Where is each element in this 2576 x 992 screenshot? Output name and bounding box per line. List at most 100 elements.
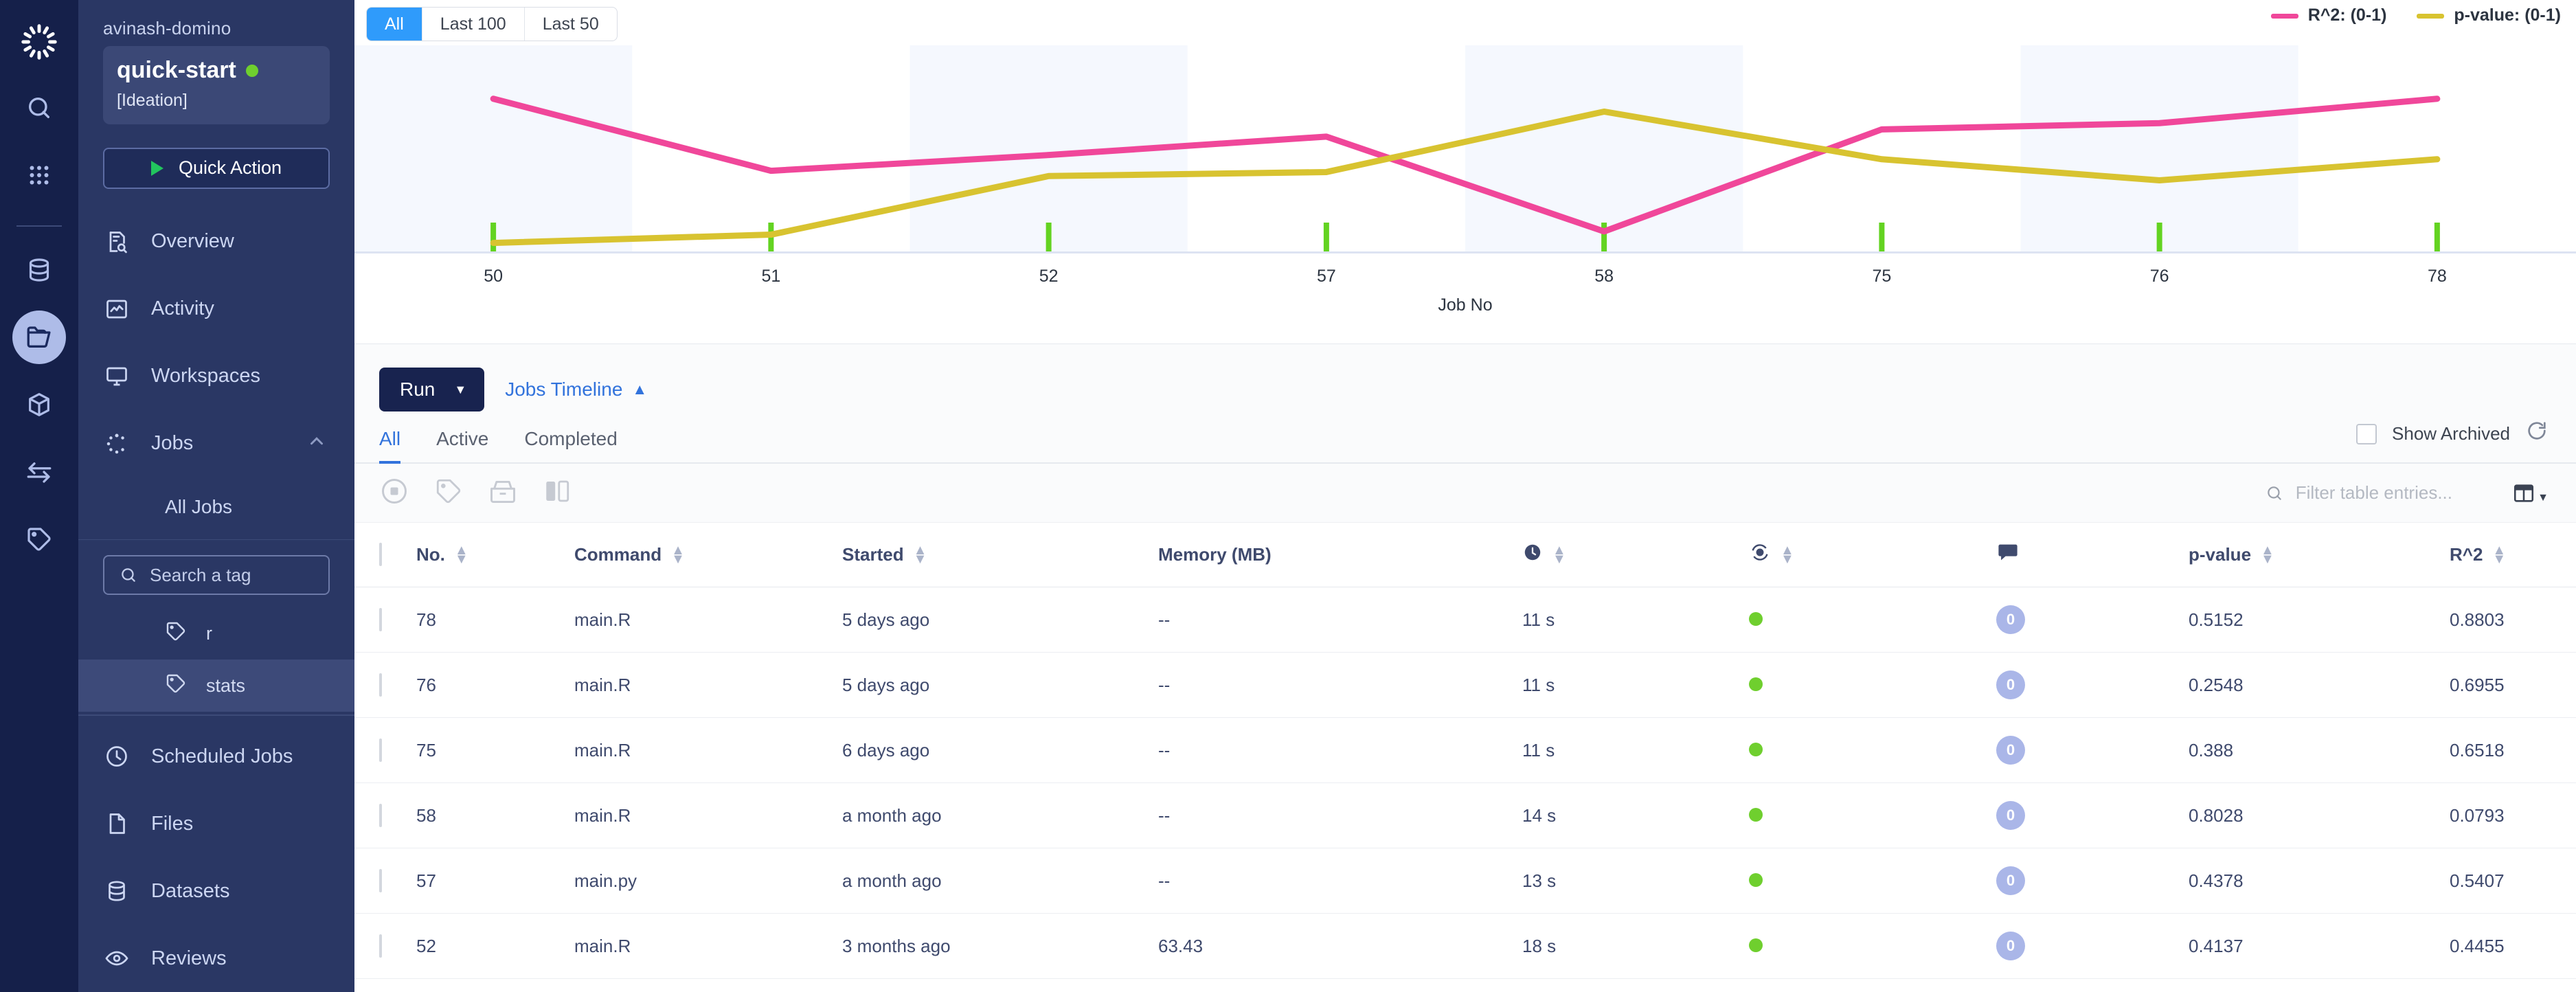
cell-comments[interactable]: 0	[1996, 717, 2189, 783]
tag-search-input[interactable]: Search a tag	[103, 555, 330, 596]
run-button[interactable]: Run ▼	[379, 368, 485, 412]
sidebar-item-datasets[interactable]: Datasets	[78, 857, 354, 925]
range-button-all[interactable]: All	[367, 8, 422, 41]
filter-table-input[interactable]: Filter table entries...	[2266, 482, 2452, 504]
database-icon[interactable]	[12, 243, 66, 297]
tab-active[interactable]: Active	[436, 428, 488, 464]
table-row[interactable]: 52 main.R 3 months ago 63.43 18 s 0 0.4137 0.44…	[354, 913, 2576, 979]
run-button-label: Run	[400, 379, 436, 400]
jobs-timeline-toggle[interactable]: Jobs Timeline ▲	[505, 379, 647, 401]
sidebar-item-overview[interactable]: Overview	[78, 208, 354, 275]
sidebar-item-files[interactable]: Files	[78, 790, 354, 857]
cell-no: 57	[416, 848, 574, 914]
tab-all[interactable]: All	[379, 428, 401, 464]
cell-memory: --	[1158, 652, 1522, 718]
tag-icon[interactable]	[434, 477, 463, 509]
cell-no: 52	[416, 913, 574, 979]
cell-select[interactable]	[354, 848, 416, 914]
tag-search-placeholder: Search a tag	[150, 564, 251, 585]
cell-comments[interactable]: 0	[1996, 913, 2189, 979]
sidebar-item-reviews[interactable]: Reviews	[78, 925, 354, 992]
project-card[interactable]: quick-start [Ideation]	[103, 46, 330, 124]
cell-memory: --	[1158, 587, 1522, 653]
row-checkbox[interactable]	[379, 607, 382, 631]
tag-icon[interactable]	[12, 512, 66, 566]
cell-no: 75	[416, 717, 574, 783]
sort-icon[interactable]: ▲ ▼	[455, 543, 468, 565]
folder-open-icon[interactable]	[12, 311, 66, 364]
chart-x-axis-label: Job No	[1438, 295, 1493, 315]
tag-item-r[interactable]: r	[78, 607, 354, 660]
sidebar-item-label: Workspaces	[151, 365, 261, 387]
sort-icon[interactable]: ▲ ▼	[2492, 543, 2506, 565]
range-button-last-50[interactable]: Last 50	[525, 8, 617, 41]
sort-icon[interactable]: ▲ ▼	[1552, 543, 1566, 565]
cell-command: main.py	[574, 848, 842, 914]
jobs-spinner-icon	[103, 430, 131, 458]
range-button-last-100[interactable]: Last 100	[422, 8, 525, 41]
row-checkbox[interactable]	[379, 934, 382, 958]
refresh-icon[interactable]	[2525, 419, 2549, 449]
metrics-chart-panel: All Last 100 Last 50 R^2: (0-1) p-value:…	[354, 0, 2576, 343]
show-archived-checkbox[interactable]	[2356, 423, 2377, 444]
table-columns-icon[interactable]: ▼	[2512, 482, 2549, 505]
th-pvalue[interactable]: p-value ▲ ▼	[2189, 523, 2450, 587]
cell-comments[interactable]: 0	[1996, 587, 2189, 653]
cell-select[interactable]	[354, 782, 416, 848]
sort-icon[interactable]: ▲ ▼	[2261, 543, 2274, 565]
th-no[interactable]: No. ▲ ▼	[416, 523, 574, 587]
table-row[interactable]: 78 main.R 5 days ago -- 11 s 0 0.5152 0.8803	[354, 587, 2576, 653]
cell-comments[interactable]: 0	[1996, 782, 2189, 848]
quick-action-button[interactable]: Quick Action	[103, 148, 330, 189]
archive-icon[interactable]	[488, 476, 518, 510]
cell-select[interactable]	[354, 717, 416, 783]
cell-no: 76	[416, 652, 574, 718]
sidebar-item-all-jobs[interactable]: All Jobs	[78, 477, 354, 537]
th-memory: Memory (MB)	[1158, 523, 1522, 587]
chevron-up-icon[interactable]	[306, 431, 327, 457]
cell-duration: 13 s	[1522, 848, 1749, 914]
sidebar-item-scheduled-jobs[interactable]: Scheduled Jobs	[78, 723, 354, 790]
sort-icon[interactable]: ▲ ▼	[1781, 543, 1794, 565]
chevron-down-icon[interactable]: ▼	[451, 383, 484, 397]
select-all-checkbox[interactable]	[379, 543, 382, 566]
table-row[interactable]: 57 main.py a month ago -- 13 s 0 0.4378 0.5407	[354, 848, 2576, 914]
tag-item-stats[interactable]: stats	[78, 660, 354, 712]
cell-comments[interactable]: 0	[1996, 848, 2189, 914]
th-status[interactable]: ▲ ▼	[1749, 523, 1996, 587]
th-r2[interactable]: R^2 ▲ ▼	[2450, 523, 2576, 587]
search-icon	[122, 568, 135, 583]
th-started[interactable]: Started ▲ ▼	[842, 523, 1158, 587]
th-select-all[interactable]	[354, 523, 416, 587]
cell-pvalue: 0.8028	[2189, 782, 2450, 848]
apps-grid-icon[interactable]	[12, 148, 66, 202]
sidebar-item-activity[interactable]: Activity	[78, 275, 354, 343]
search-icon[interactable]	[12, 81, 66, 135]
row-checkbox[interactable]	[379, 673, 382, 697]
table-row[interactable]: 58 main.R a month ago -- 14 s 0 0.8028 0.0793	[354, 782, 2576, 848]
table-row[interactable]: 76 main.R 5 days ago -- 11 s 0 0.2548 0.6955	[354, 652, 2576, 718]
cell-select[interactable]	[354, 913, 416, 979]
legend-item-pvalue[interactable]: p-value: (0-1)	[2417, 5, 2561, 25]
stop-icon[interactable]	[379, 476, 409, 510]
table-row[interactable]: 75 main.R 6 days ago -- 11 s 0 0.388 0.6518	[354, 717, 2576, 783]
row-checkbox[interactable]	[379, 868, 382, 892]
cube-icon[interactable]	[12, 378, 66, 431]
sort-icon[interactable]: ▲ ▼	[914, 543, 927, 565]
legend-item-r2[interactable]: R^2: (0-1)	[2270, 5, 2386, 25]
tab-completed[interactable]: Completed	[524, 428, 617, 464]
compare-columns-icon[interactable]	[543, 477, 572, 509]
th-duration[interactable]: ▲ ▼	[1522, 523, 1749, 587]
sidebar-item-jobs[interactable]: Jobs	[78, 410, 354, 477]
cell-select[interactable]	[354, 652, 416, 718]
row-checkbox[interactable]	[379, 738, 382, 762]
sidebar-item-workspaces[interactable]: Workspaces	[78, 343, 354, 410]
cell-select[interactable]	[354, 587, 416, 653]
sort-icon[interactable]: ▲ ▼	[671, 543, 685, 565]
cell-comments[interactable]: 0	[1996, 652, 2189, 718]
cell-command: main.R	[574, 717, 842, 783]
th-command[interactable]: Command ▲ ▼	[574, 523, 842, 587]
transfer-arrows-icon[interactable]	[12, 445, 66, 499]
comment-count-badge: 0	[1996, 801, 2025, 830]
row-checkbox[interactable]	[379, 803, 382, 827]
